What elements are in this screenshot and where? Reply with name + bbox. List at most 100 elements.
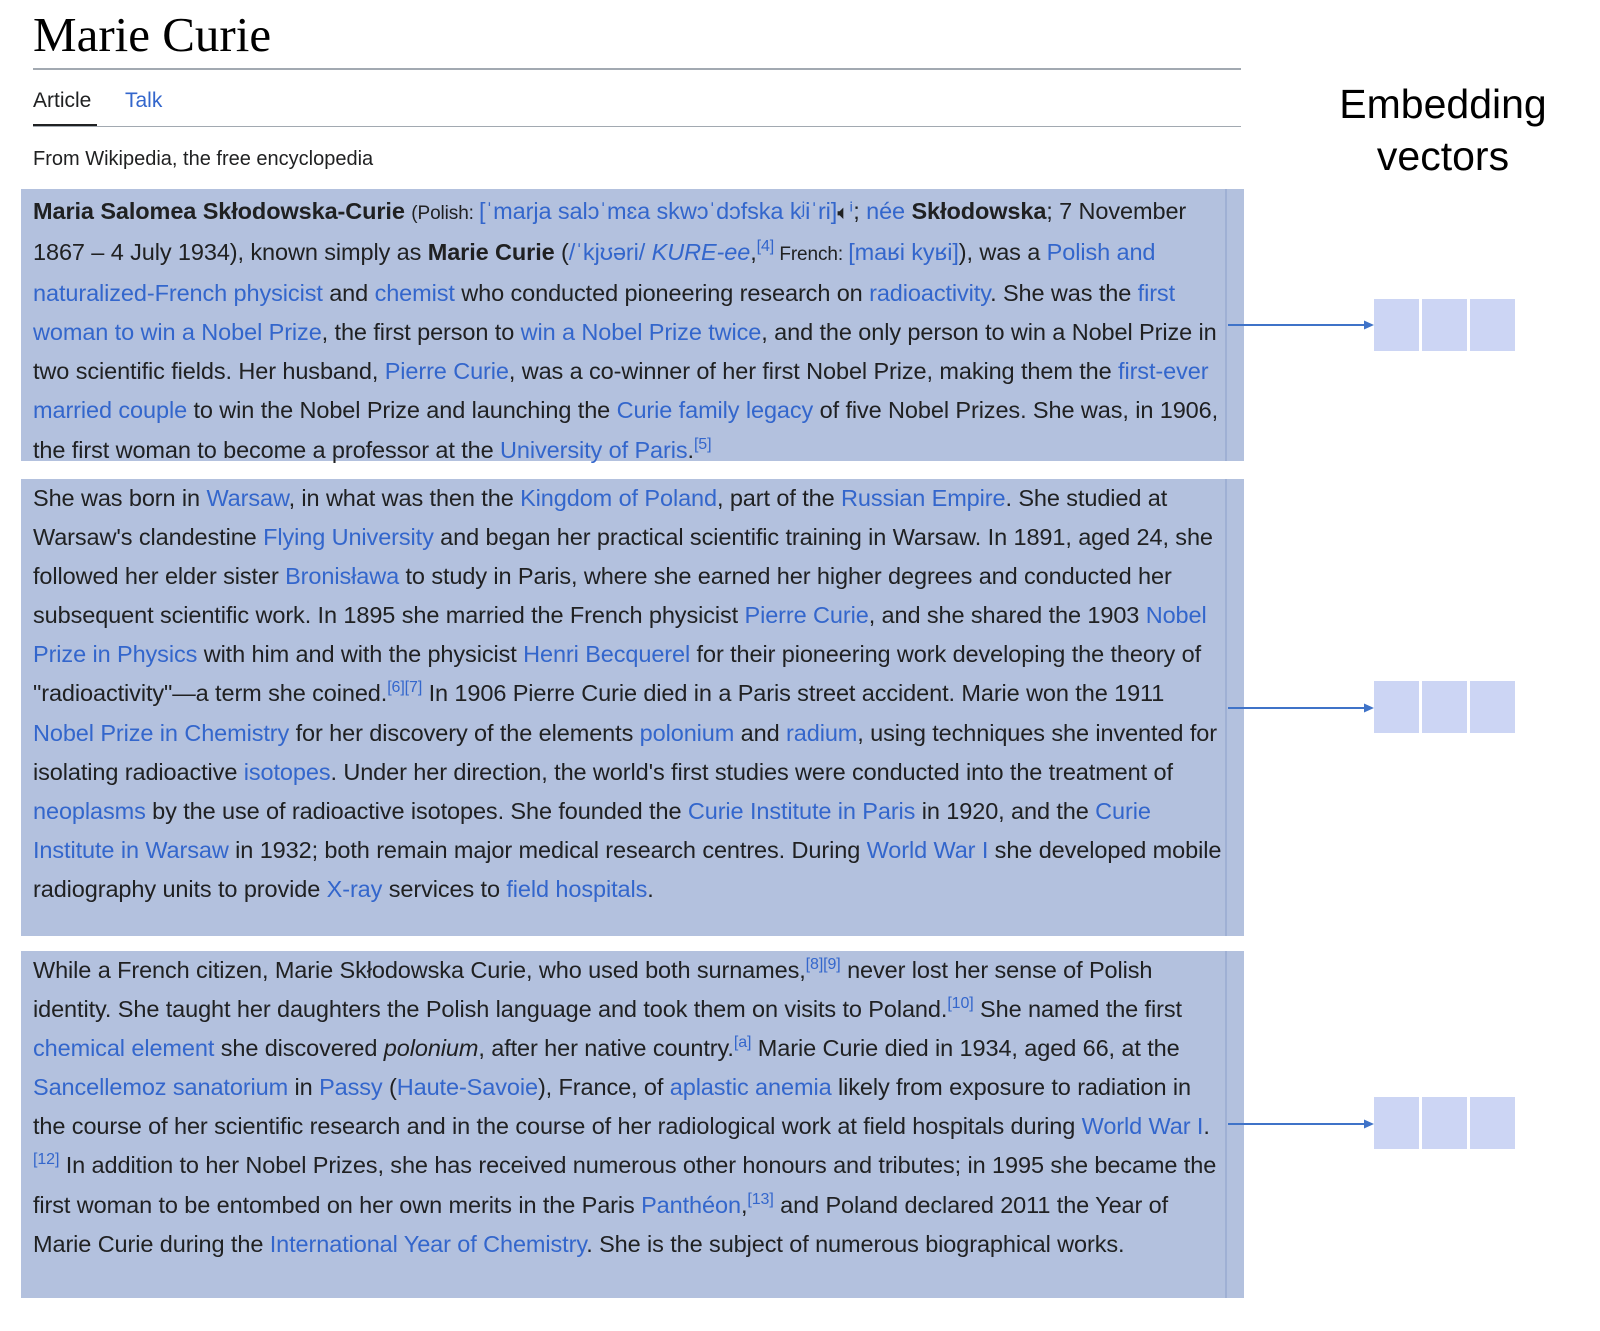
wiki-link[interactable]: University of Paris <box>500 437 688 463</box>
wiki-link[interactable]: KURE-ee <box>652 239 751 265</box>
text-chunk-1: Maria Salomea Skłodowska-Curie (Polish: … <box>21 189 1244 463</box>
citation: [13] <box>747 1191 773 1208</box>
wiki-link[interactable]: Curie family legacy <box>617 397 814 423</box>
vector-cell <box>1470 1097 1515 1149</box>
wiki-link[interactable]: Kingdom of Poland <box>520 485 717 511</box>
speaker-icon[interactable]: 🔈︎ <box>837 194 849 233</box>
vector-cell <box>1470 299 1515 351</box>
title-divider <box>33 68 1241 70</box>
wiki-link[interactable]: chemist <box>375 280 455 306</box>
citation-link[interactable]: [5] <box>694 436 712 453</box>
text-run: , part of the <box>716 485 841 511</box>
text-run: French: <box>774 244 849 266</box>
text-run: in <box>288 1074 320 1101</box>
wiki-link[interactable]: Panthéon <box>641 1192 741 1218</box>
text-run: she discovered <box>214 1035 384 1062</box>
text-run: . <box>647 875 654 902</box>
wiki-link[interactable]: Pierre Curie <box>745 602 869 628</box>
wiki-link[interactable]: World War I <box>1082 1113 1204 1139</box>
citation: [12] <box>33 1151 59 1168</box>
wiki-link[interactable]: /ˈkjʊəri/ <box>569 239 646 265</box>
wiki-link[interactable]: Russian Empire <box>841 485 1006 511</box>
text-run: polonium <box>383 1035 479 1062</box>
wiki-link[interactable]: Henri Becquerel <box>523 641 690 667</box>
wiki-link[interactable]: [ˈmarja salɔˈmɛa skwɔˈdɔfska kʲiˈri] <box>479 198 837 224</box>
vector-cell <box>1374 681 1419 733</box>
text-run: . Under her direction, the world's first… <box>330 758 1173 785</box>
wiki-link[interactable]: Nobel Prize in Chemistry <box>33 720 289 746</box>
citation-link[interactable]: [a] <box>734 1034 752 1051</box>
text-run: ( <box>554 239 569 266</box>
wiki-link[interactable]: [maʁi kyʁi] <box>848 239 959 265</box>
text-run: and <box>734 719 787 746</box>
vector-cell <box>1422 299 1467 351</box>
wiki-link[interactable]: World War I <box>867 837 989 863</box>
wiki-link[interactable]: Curie Institute in Paris <box>688 798 916 824</box>
wiki-link[interactable]: isotopes <box>244 759 331 785</box>
wiki-link[interactable]: aplastic anemia <box>670 1074 832 1100</box>
citation-link[interactable]: [10] <box>947 995 973 1012</box>
wiki-link[interactable]: polonium <box>640 720 735 746</box>
page-title: Marie Curie <box>33 7 272 62</box>
wiki-link[interactable]: chemical element <box>33 1035 214 1061</box>
chunk-paragraph: While a French citizen, Marie Skłodowska… <box>33 951 1222 1264</box>
wiki-link[interactable]: radioactivity <box>869 280 990 306</box>
text-run: with him and with the physicist <box>197 641 524 668</box>
text-run: . She is the subject of numerous biograp… <box>586 1230 1125 1257</box>
citation-link[interactable]: [12] <box>33 1151 59 1168</box>
text-run: , was a co-winner of her first Nobel Pri… <box>508 358 1119 385</box>
wiki-link[interactable]: radium <box>786 720 857 746</box>
text-run: . She was the <box>990 280 1138 307</box>
wiki-link[interactable]: Sancellemoz sanatorium <box>33 1074 288 1100</box>
wiki-link[interactable]: Haute-Savoie <box>397 1074 538 1100</box>
text-run: , after her native country. <box>478 1035 734 1062</box>
wiki-link[interactable]: field hospitals <box>506 876 647 902</box>
citation: [8][9] <box>806 956 841 973</box>
wiki-link[interactable]: Passy <box>319 1074 383 1100</box>
text-run: While a French citizen, Marie Skłodowska… <box>33 957 806 983</box>
wiki-link[interactable]: International Year of Chemistry <box>270 1231 587 1257</box>
text-chunk-2: She was born in Warsaw, in what was then… <box>21 479 1244 936</box>
vector-cell <box>1422 681 1467 733</box>
citation: [5] <box>694 436 712 453</box>
citation: [4] <box>757 238 775 255</box>
wiki-link[interactable]: née <box>866 198 905 224</box>
wiki-link[interactable]: Warsaw <box>206 485 288 511</box>
citation-link[interactable]: [8][9] <box>806 956 841 973</box>
citation-link[interactable]: [4] <box>757 238 775 255</box>
citation-link[interactable]: [13] <box>747 1191 773 1208</box>
wiki-link[interactable]: Bronisława <box>285 563 399 589</box>
text-run: ( <box>382 1074 397 1101</box>
wiki-link[interactable]: win a Nobel Prize twice <box>521 319 762 345</box>
citation: [a] <box>734 1034 752 1051</box>
embedding-vectors-label: Embedding vectors <box>1318 78 1568 182</box>
text-run: (Polish: <box>411 203 480 224</box>
text-run: , in what was then the <box>288 485 521 511</box>
chunk-paragraph: Maria Salomea Skłodowska-Curie (Polish: … <box>33 192 1222 470</box>
wiki-link[interactable]: X-ray <box>327 876 383 902</box>
citation: [6][7] <box>387 679 422 696</box>
text-run: She was born in <box>33 485 207 511</box>
vector-cell <box>1374 1097 1419 1149</box>
text-run: in 1920, and the <box>915 797 1096 824</box>
text-run: who conducted pioneering research on <box>454 280 870 307</box>
tab-article[interactable]: Article <box>33 89 91 113</box>
chunk-paragraph: She was born in Warsaw, in what was then… <box>33 479 1222 909</box>
tab-talk[interactable]: Talk <box>125 89 162 113</box>
citation-link[interactable]: [6][7] <box>387 679 422 696</box>
wiki-link[interactable]: neoplasms <box>33 798 146 824</box>
text-run: In 1906 Pierre Curie died in a Paris str… <box>422 680 1165 707</box>
wiki-link[interactable]: Flying University <box>263 524 434 550</box>
wiki-link[interactable]: Pierre Curie <box>385 358 509 384</box>
text-run: ), was a <box>958 239 1047 266</box>
citation: [10] <box>947 995 973 1012</box>
text-run: She named the first <box>973 996 1182 1023</box>
text-run: ), France, of <box>537 1074 670 1101</box>
embedding-vector-3 <box>1374 1097 1515 1149</box>
text-run: ; <box>853 198 867 224</box>
text-run: Maria Salomea Skłodowska-Curie <box>33 198 405 224</box>
embedding-label-line-1: Embedding <box>1339 81 1547 127</box>
arrow-chunk-3 <box>1228 1119 1374 1129</box>
vector-cell <box>1422 1097 1467 1149</box>
text-run: in 1932; both remain major medical resea… <box>228 836 867 863</box>
